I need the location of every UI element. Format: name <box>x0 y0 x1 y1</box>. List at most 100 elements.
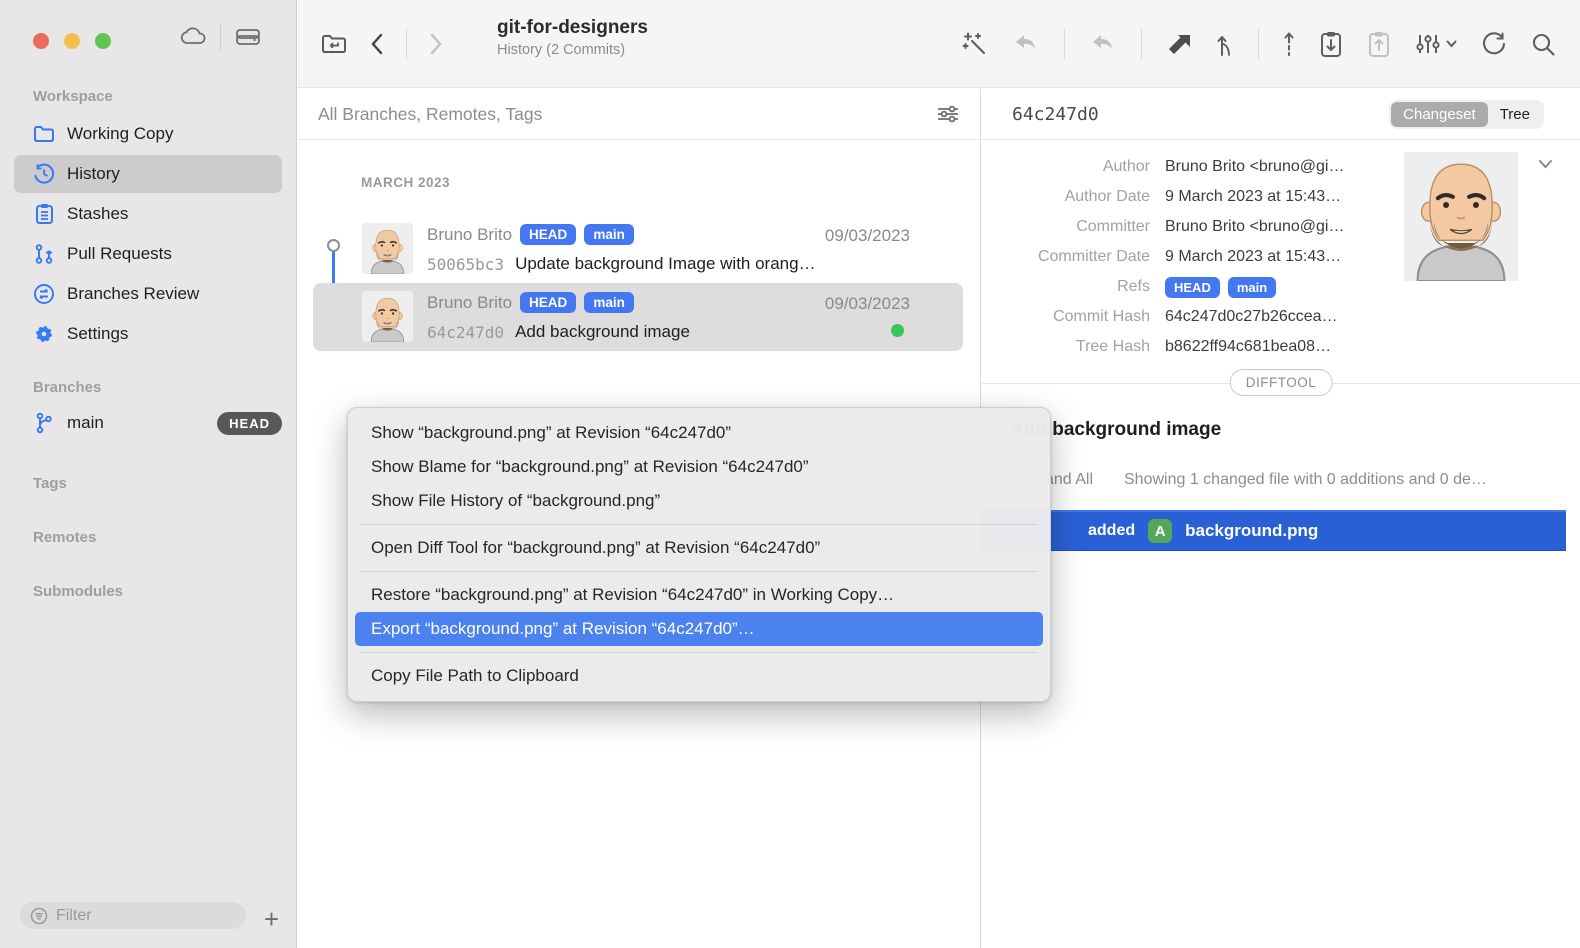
tab-changeset[interactable]: Changeset <box>1391 102 1488 127</box>
merge-arrow-icon[interactable] <box>1166 31 1192 57</box>
folder-icon <box>33 123 55 145</box>
menu-divider <box>360 652 1038 653</box>
ref-badge-main: main <box>1228 277 1276 298</box>
push-dashed-icon[interactable] <box>1283 31 1295 57</box>
commit-date: 09/03/2023 <box>825 294 910 314</box>
repo-subtitle: History (2 Commits) <box>497 42 648 58</box>
menu-divider <box>360 571 1038 572</box>
commit-message: Update background Image with orang… <box>515 254 816 274</box>
commit-date: 09/03/2023 <box>825 226 910 246</box>
menu-item-export-file[interactable]: Export “background.png” at Revision “64c… <box>355 612 1043 646</box>
add-repository-button[interactable]: + <box>264 906 279 932</box>
list-options-icon[interactable] <box>936 103 960 125</box>
changed-file-row[interactable]: added A background.png <box>982 510 1566 551</box>
chevron-down-icon <box>1446 40 1457 48</box>
ref-badge-head: HEAD <box>520 224 576 245</box>
search-icon[interactable] <box>1531 32 1556 57</box>
undo-icon[interactable] <box>1012 32 1040 56</box>
branch-name: main <box>67 413 104 433</box>
commit-author: Bruno Brito <box>427 225 512 245</box>
stash-icon <box>33 203 55 225</box>
minimize-button[interactable] <box>64 33 80 49</box>
commit-metadata: Author Bruno Brito <bruno@gi… Author Date… <box>982 152 1412 362</box>
sidebar-item-branches-review[interactable]: Branches Review <box>14 275 282 313</box>
field-label: Author <box>982 158 1150 176</box>
refresh-icon[interactable] <box>1481 31 1507 57</box>
toolbar-separator <box>1258 29 1259 59</box>
forward-button[interactable] <box>429 33 443 55</box>
avatar <box>1404 152 1518 281</box>
menu-item-show-file[interactable]: Show “background.png” at Revision “64c24… <box>355 416 1043 450</box>
ref-badge-head: HEAD <box>1165 277 1220 298</box>
history-icon <box>33 163 55 185</box>
zoom-button[interactable] <box>95 33 111 49</box>
field-value: Bruno Brito <bruno@gi… <box>1165 218 1344 236</box>
field-value: 9 March 2023 at 15:43… <box>1165 248 1341 266</box>
file-name: background.png <box>1185 521 1318 541</box>
sidebar-item-label: Pull Requests <box>67 244 172 264</box>
sidebar-item-settings[interactable]: Settings <box>14 315 282 353</box>
menu-item-copy-file-path[interactable]: Copy File Path to Clipboard <box>355 659 1043 693</box>
window-controls <box>33 33 111 49</box>
sidebar-item-pull-requests[interactable]: Pull Requests <box>14 235 282 273</box>
sidebar-item-stashes[interactable]: Stashes <box>14 195 282 233</box>
close-button[interactable] <box>33 33 49 49</box>
clipboard-down-icon[interactable] <box>1319 30 1343 58</box>
filter-icon <box>30 907 48 925</box>
menu-item-show-file-history[interactable]: Show File History of “background.png” <box>355 484 1043 518</box>
sidebar-item-history[interactable]: History <box>14 155 282 193</box>
branch-filter-header[interactable]: All Branches, Remotes, Tags <box>298 89 980 140</box>
field-label: Author Date <box>982 188 1150 206</box>
field-label: Committer Date <box>982 248 1150 266</box>
clipboard-up-icon[interactable] <box>1367 30 1391 58</box>
commit-row[interactable]: Bruno Brito HEAD main 09/03/2023 50065bc… <box>313 215 963 283</box>
menu-item-restore-file[interactable]: Restore “background.png” at Revision “64… <box>355 578 1043 612</box>
commit-author: Bruno Brito <box>427 293 512 313</box>
context-menu: Show “background.png” at Revision “64c24… <box>347 407 1051 702</box>
magic-wand-icon[interactable] <box>962 31 988 57</box>
commit-message: Add background image <box>515 322 690 342</box>
sidebar-item-branch-main[interactable]: main HEAD <box>14 404 282 442</box>
difftool-button[interactable]: DIFFTOOL <box>1230 369 1333 396</box>
field-label: Committer <box>982 218 1150 236</box>
titlebar-separator <box>220 24 221 50</box>
field-value: b8622ff94c681bea08… <box>1165 338 1331 356</box>
commit-row-selected[interactable]: Bruno Brito HEAD main 09/03/2023 64c247d… <box>313 283 963 351</box>
repo-title: git-for-designers <box>497 17 648 39</box>
view-toggle: Changeset Tree <box>1389 100 1544 129</box>
commit-hash: 64c247d0 <box>427 323 504 342</box>
branch-icon <box>33 412 55 434</box>
branch-filter-label: All Branches, Remotes, Tags <box>318 104 542 125</box>
filter-input[interactable] <box>56 907 216 925</box>
ref-badge-main: main <box>584 292 634 313</box>
enter-repo-folder-icon[interactable] <box>320 32 348 56</box>
field-label: Refs <box>982 278 1150 296</box>
submodules-section-label: Submodules <box>0 583 296 600</box>
field-value: 9 March 2023 at 15:43… <box>1165 188 1341 206</box>
tags-section-label: Tags <box>0 475 296 492</box>
redo-icon[interactable] <box>1089 32 1117 56</box>
commit-hash: 50065bc3 <box>427 255 504 274</box>
toolbar: git-for-designers History (2 Commits) <box>298 0 1580 88</box>
filter-sliders-button[interactable] <box>1415 31 1457 57</box>
remotes-section-label: Remotes <box>0 529 296 546</box>
toolbar-separator <box>1064 29 1065 59</box>
ref-badge-head: HEAD <box>520 292 576 313</box>
hard-drive-icon[interactable] <box>233 24 263 50</box>
menu-item-open-diff-tool[interactable]: Open Diff Tool for “background.png” at R… <box>355 531 1043 565</box>
cloud-icon[interactable] <box>178 25 208 49</box>
toolbar-separator <box>406 29 407 59</box>
sidebar-item-working-copy[interactable]: Working Copy <box>14 115 282 153</box>
tab-tree[interactable]: Tree <box>1488 102 1542 127</box>
branches-section-label: Branches <box>0 379 296 396</box>
branches-review-icon <box>33 283 55 305</box>
branch-merge-icon[interactable] <box>1216 31 1234 57</box>
chevron-down-icon[interactable] <box>1538 159 1553 169</box>
commit-detail-pane: 64c247d0 Changeset Tree AuthorBruno Brit… <box>982 89 1580 948</box>
head-badge: HEAD <box>217 412 282 435</box>
file-status-badge: A <box>1148 519 1172 543</box>
back-button[interactable] <box>370 33 384 55</box>
toolbar-separator <box>1141 29 1142 59</box>
menu-item-show-blame[interactable]: Show Blame for “background.png” at Revis… <box>355 450 1043 484</box>
expand-all-label-fragment[interactable]: and All <box>1045 471 1093 489</box>
